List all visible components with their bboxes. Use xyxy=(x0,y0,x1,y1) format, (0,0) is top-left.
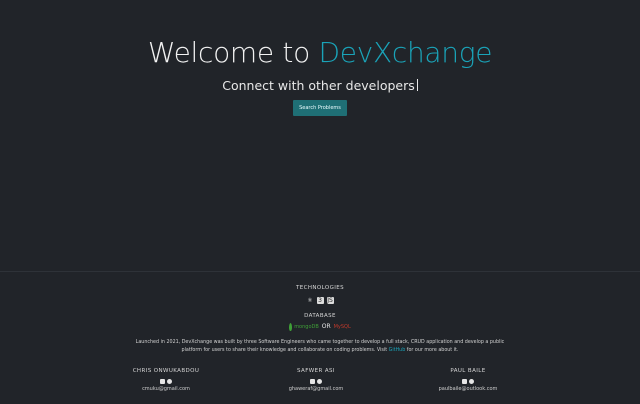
member-email: ghaweraf@gmail.com xyxy=(288,386,344,392)
member-email: paulbaile@outlook.com xyxy=(438,386,498,392)
mysql-logo-text: MySQL xyxy=(333,324,351,330)
database-row: mongoDB OR MySQL xyxy=(0,322,640,332)
team-member: PAUL BAILE paulbaile@outlook.com xyxy=(408,367,528,393)
team-member: SAFWER ASI ghaweraf@gmail.com xyxy=(256,367,376,393)
about-description: Launched in 2021, DevXchange was built b… xyxy=(128,339,512,355)
team-member: CHRIS ONWUKABDOU cmuku@gmail.com xyxy=(106,367,226,393)
search-problems-button[interactable]: Search Problems xyxy=(293,100,347,116)
subtitle-text: Connect with other developers xyxy=(222,78,415,93)
database-title: DATABASE xyxy=(304,313,336,319)
subtitle: Connect with other developers xyxy=(0,78,640,94)
mongodb-leaf-icon xyxy=(289,322,293,331)
brand-name: DevXchange xyxy=(318,36,493,69)
javascript-icon: JS xyxy=(326,297,334,304)
linkedin-icon[interactable] xyxy=(462,379,467,384)
footer: TECHNOLOGIES ⚛ 3 JS DATABASE mongoDB OR My… xyxy=(0,271,640,404)
linkedin-icon[interactable] xyxy=(310,379,315,384)
hero-section: Welcome to DevXchange Connect with other… xyxy=(0,34,640,116)
page-title: Welcome to DevXchange xyxy=(0,34,640,72)
mongodb-logo-text: mongoDB xyxy=(294,324,319,330)
db-or-text: OR xyxy=(321,323,331,330)
member-links xyxy=(106,377,226,384)
title-prefix: Welcome to xyxy=(147,36,319,69)
typing-cursor xyxy=(416,79,418,91)
member-name: PAUL BAILE xyxy=(450,368,486,374)
technologies-title: TECHNOLOGIES xyxy=(295,285,345,291)
github-icon[interactable] xyxy=(317,379,322,384)
github-link[interactable]: GitHub xyxy=(389,348,406,353)
react-icon: ⚛ xyxy=(307,297,313,304)
member-links xyxy=(256,377,376,384)
member-name: CHRIS ONWUKABDOU xyxy=(132,368,200,374)
css3-icon: 3 xyxy=(316,297,324,304)
github-icon[interactable] xyxy=(167,379,172,384)
linkedin-icon[interactable] xyxy=(160,379,165,384)
member-email: cmuku@gmail.com xyxy=(142,386,190,392)
member-links xyxy=(408,377,528,384)
member-name: SAFWER ASI xyxy=(297,368,335,374)
github-icon[interactable] xyxy=(469,379,474,384)
description-end: for our more about it. xyxy=(405,348,459,353)
technology-icons: ⚛ 3 JS xyxy=(0,296,640,304)
